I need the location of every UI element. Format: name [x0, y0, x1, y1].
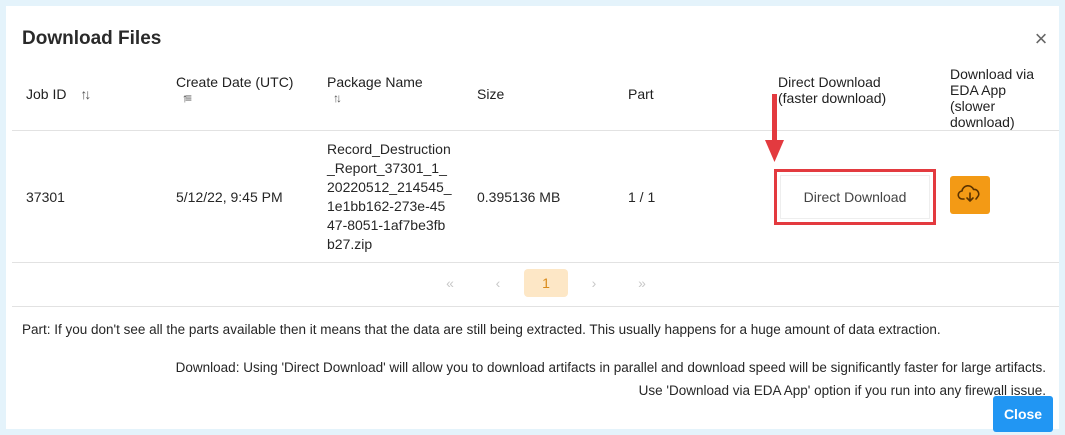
direct-download-button[interactable]: Direct Download	[780, 174, 930, 219]
cell-package-name: Record_Destruction_Report_37301_1_202205…	[313, 130, 463, 263]
col-job-id[interactable]: Job ID ↑↓	[12, 64, 162, 131]
col-job-id-label: Job ID	[26, 86, 67, 102]
sort-ascending-icon[interactable]: ↑≡	[182, 91, 313, 105]
close-icon[interactable]: ×	[1029, 28, 1053, 52]
files-table: Job ID ↑↓ Create Date (UTC) ↑≡ Package N…	[12, 64, 1059, 263]
cell-create-date: 5/12/22, 9:45 PM	[162, 130, 313, 263]
col-create-date[interactable]: Create Date (UTC) ↑≡	[162, 64, 313, 131]
cell-job-id: 37301	[12, 130, 162, 263]
col-direct-download-label: Direct Download (faster download)	[778, 74, 887, 106]
cell-part: 1 / 1	[614, 130, 764, 263]
cell-eda-download	[936, 130, 1059, 263]
prev-page-button[interactable]: ‹	[474, 275, 522, 291]
cell-direct-download: Direct Download	[764, 130, 936, 263]
close-button[interactable]: Close	[993, 396, 1053, 432]
current-page-button[interactable]: 1	[524, 269, 568, 297]
highlight-box: Direct Download	[774, 168, 936, 225]
part-note: Part: If you don't see all the parts ava…	[22, 322, 941, 337]
col-eda-download-label: Download via EDA App (slower download)	[950, 66, 1035, 130]
red-arrow-icon	[765, 94, 784, 162]
sort-arrows-icon[interactable]: ↑↓	[333, 91, 463, 105]
first-page-button[interactable]: «	[426, 275, 474, 291]
col-eda-download: Download via EDA App (slower download)	[936, 64, 1059, 131]
last-page-button[interactable]: »	[618, 275, 666, 291]
eda-download-button[interactable]	[950, 176, 990, 214]
table-header-row: Job ID ↑↓ Create Date (UTC) ↑≡ Package N…	[12, 64, 1059, 131]
col-package-name-label: Package Name	[327, 74, 423, 90]
download-files-dialog: Download Files × Job ID ↑↓ Create Date (…	[6, 6, 1059, 432]
cloud-download-icon	[957, 185, 980, 202]
col-create-date-label: Create Date (UTC)	[176, 74, 294, 90]
cell-size: 0.395136 MB	[463, 130, 614, 263]
col-part: Part	[614, 64, 764, 131]
pagination: « ‹ 1 › »	[426, 268, 666, 298]
download-note-line1: Download: Using 'Direct Download' will a…	[175, 360, 1046, 375]
dialog-title: Download Files	[22, 28, 162, 49]
download-note-line2: Use 'Download via EDA App' option if you…	[638, 383, 1046, 398]
col-direct-download: Direct Download (faster download)	[764, 64, 936, 131]
divider	[12, 306, 1059, 307]
download-note: Download: Using 'Direct Download' will a…	[46, 356, 1046, 402]
col-size-label: Size	[477, 86, 505, 102]
col-part-label: Part	[628, 86, 654, 102]
col-size: Size	[463, 64, 614, 131]
sort-arrows-icon[interactable]: ↑↓	[80, 86, 91, 102]
table-row: 37301 5/12/22, 9:45 PM Record_Destructio…	[12, 130, 1059, 263]
next-page-button[interactable]: ›	[570, 275, 618, 291]
col-package-name[interactable]: Package Name ↑↓	[313, 64, 463, 131]
package-name-text: Record_Destruction_Report_37301_1_202205…	[327, 140, 452, 252]
